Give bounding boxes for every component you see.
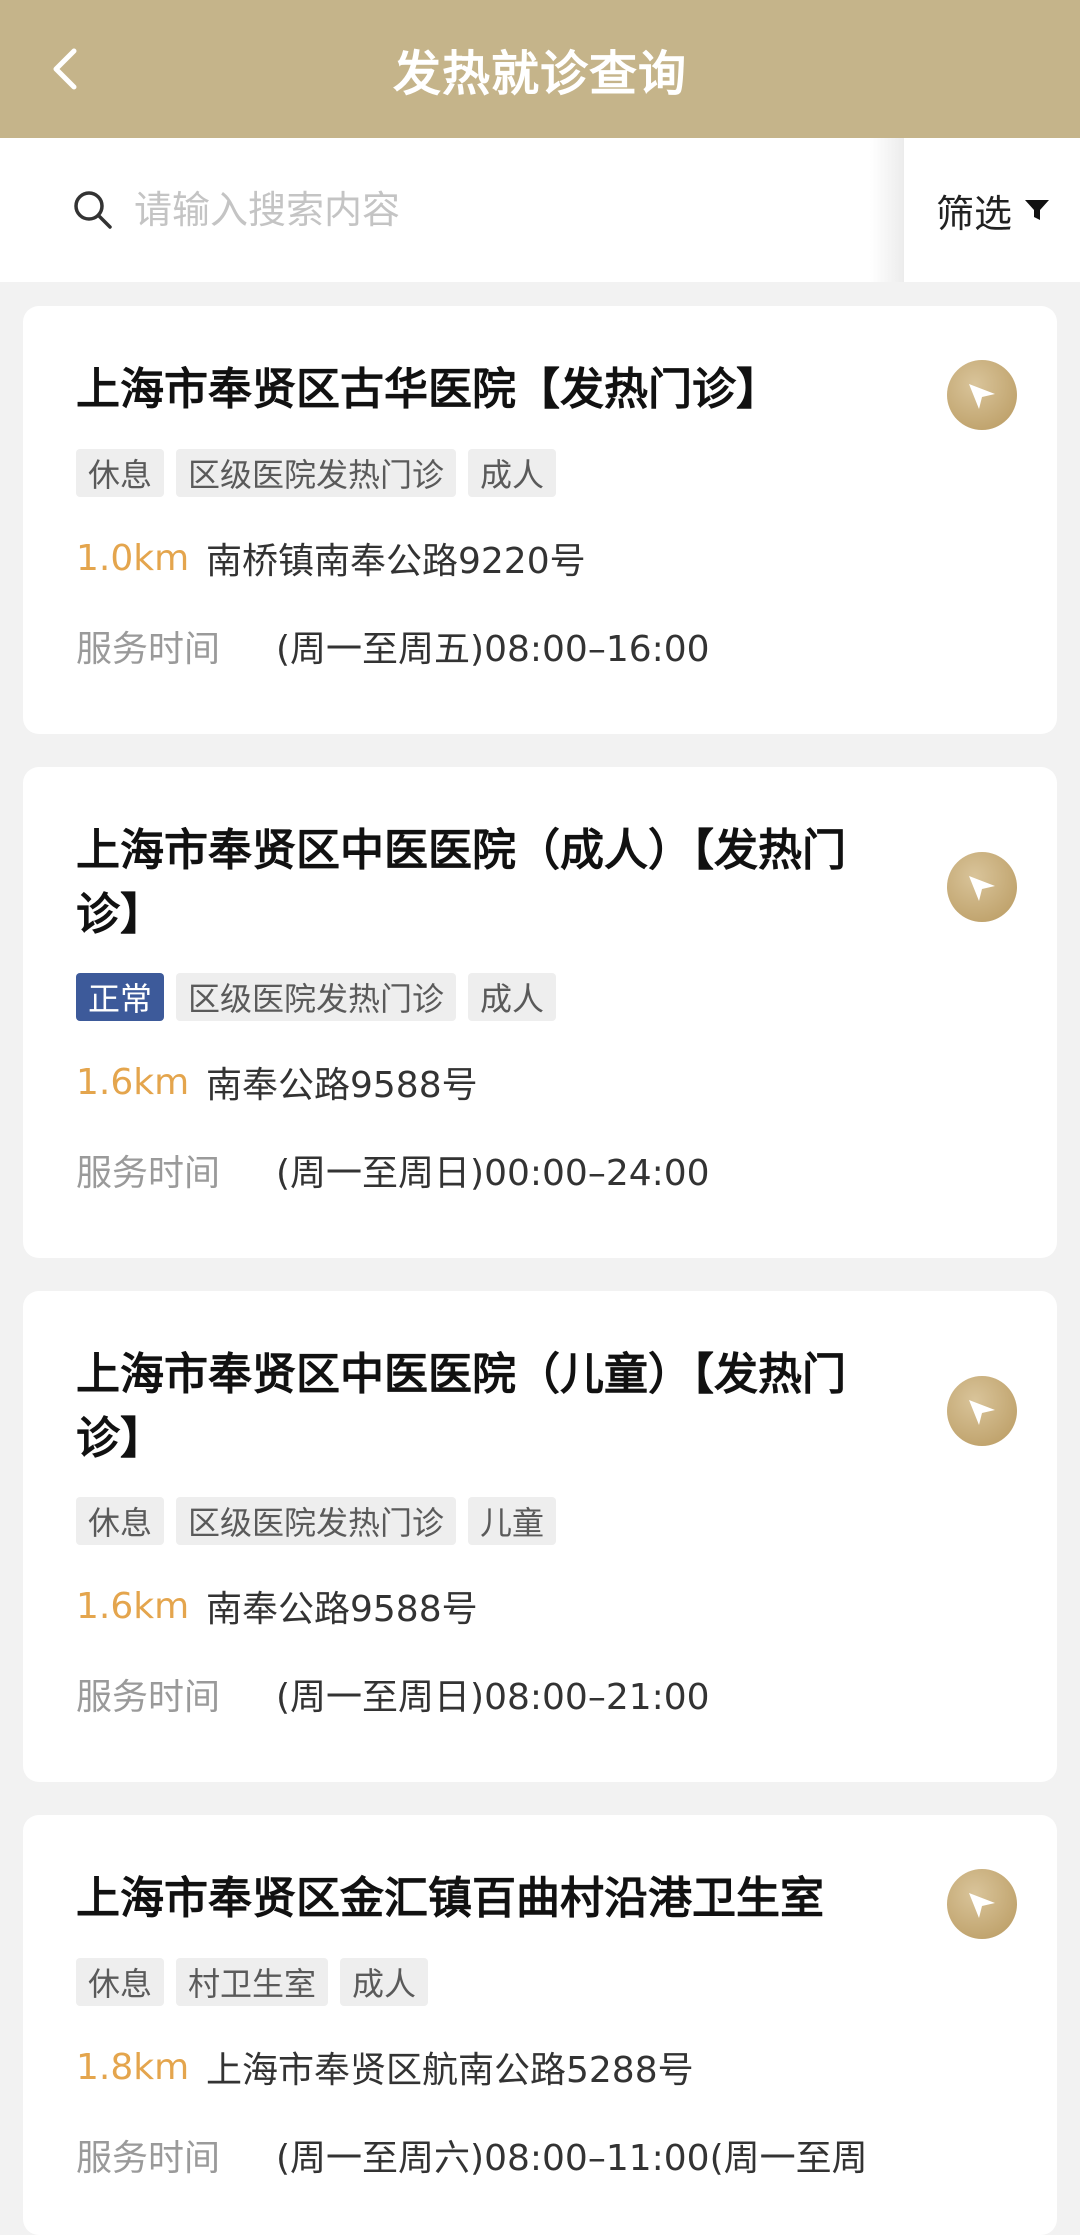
distance: 1.0km: [76, 537, 190, 579]
distance: 1.6km: [76, 1585, 190, 1627]
divider: [870, 138, 904, 282]
tag-list: 休息 区级医院发热门诊 成人: [76, 449, 557, 497]
service-time-label: 服务时间: [76, 1677, 221, 1718]
navigate-button[interactable]: [947, 360, 1017, 430]
status-badge: 正常: [76, 973, 165, 1021]
navigation-arrow-icon: [969, 384, 995, 409]
tag-list: 休息 区级医院发热门诊 儿童: [76, 1497, 557, 1545]
service-row: 服务时间 (周一至周五)08:00–16:00: [76, 620, 710, 672]
type-tag: 区级医院发热门诊: [176, 449, 457, 497]
navigate-button[interactable]: [947, 1376, 1017, 1446]
filter-label: 筛选: [936, 191, 1013, 236]
navigation-arrow-icon: [969, 1893, 995, 1918]
tag-list: 正常 区级医院发热门诊 成人: [76, 973, 557, 1021]
group-tag: 成人: [340, 1958, 429, 2006]
type-tag: 区级医院发热门诊: [176, 1497, 457, 1545]
clinic-name: 上海市奉贤区中医医院（儿童）【发热门诊】: [76, 1349, 846, 1464]
service-time: (周一至周日)08:00–21:00: [276, 1677, 710, 1718]
clinic-name: 上海市奉贤区古华医院【发热门诊】: [76, 364, 780, 415]
filter-funnel-icon: [1025, 200, 1050, 220]
service-row: 服务时间 (周一至周六)08:00–11:00(周一至周: [76, 2129, 868, 2181]
navigation-arrow-icon: [969, 1400, 995, 1425]
group-tag: 儿童: [468, 1497, 557, 1545]
page-title: 发热就诊查询: [392, 46, 687, 102]
location-row: 1.6km 南奉公路9588号: [76, 1056, 478, 1108]
clinic-name: 上海市奉贤区金汇镇百曲村沿港卫生室: [76, 1873, 824, 1924]
location-row: 1.6km 南奉公路9588号: [76, 1580, 478, 1632]
status-badge: 休息: [76, 1958, 165, 2006]
address: 南奉公路9588号: [206, 1065, 478, 1106]
service-time: (周一至周六)08:00–11:00(周一至周: [276, 2138, 868, 2179]
location-row: 1.8km 上海市奉贤区航南公路5288号: [76, 2041, 694, 2093]
search-icon: [74, 191, 112, 229]
search-input[interactable]: [132, 187, 832, 233]
clinic-card[interactable]: 上海市奉贤区中医医院（成人）【发热门诊】 正常 区级医院发热门诊 成人 1.6k…: [23, 767, 1057, 1258]
navigate-button[interactable]: [947, 852, 1017, 922]
chevron-left-icon: [53, 48, 77, 90]
service-time: (周一至周日)00:00–24:00: [276, 1153, 710, 1194]
app-header: 发热就诊查询: [0, 0, 1080, 138]
address: 南桥镇南奉公路9220号: [206, 541, 586, 582]
status-badge: 休息: [76, 1497, 165, 1545]
group-tag: 成人: [468, 973, 557, 1021]
navigation-arrow-icon: [969, 876, 995, 901]
navigate-button[interactable]: [947, 1869, 1017, 1939]
service-row: 服务时间 (周一至周日)00:00–24:00: [76, 1144, 710, 1196]
clinic-card[interactable]: 上海市奉贤区金汇镇百曲村沿港卫生室 休息 村卫生室 成人 1.8km 上海市奉贤…: [23, 1815, 1057, 2235]
clinic-card[interactable]: 上海市奉贤区古华医院【发热门诊】 休息 区级医院发热门诊 成人 1.0km 南桥…: [23, 306, 1057, 734]
type-tag: 村卫生室: [176, 1958, 329, 2006]
search-box[interactable]: [0, 138, 870, 282]
service-time: (周一至周五)08:00–16:00: [276, 629, 710, 670]
clinic-card[interactable]: 上海市奉贤区中医医院（儿童）【发热门诊】 休息 区级医院发热门诊 儿童 1.6k…: [23, 1291, 1057, 1782]
clinic-name: 上海市奉贤区中医医院（成人）【发热门诊】: [76, 825, 846, 940]
tag-list: 休息 村卫生室 成人: [76, 1958, 429, 2006]
distance: 1.8km: [76, 2046, 190, 2088]
back-button[interactable]: [40, 42, 90, 96]
distance: 1.6km: [76, 1061, 190, 1103]
search-bar: 筛选: [0, 138, 1080, 282]
status-badge: 休息: [76, 449, 165, 497]
service-row: 服务时间 (周一至周日)08:00–21:00: [76, 1668, 710, 1720]
group-tag: 成人: [468, 449, 557, 497]
location-row: 1.0km 南桥镇南奉公路9220号: [76, 532, 586, 584]
type-tag: 区级医院发热门诊: [176, 973, 457, 1021]
service-time-label: 服务时间: [76, 1153, 221, 1194]
service-time-label: 服务时间: [76, 629, 221, 670]
filter-button[interactable]: 筛选: [904, 138, 1080, 282]
address: 上海市奉贤区航南公路5288号: [206, 2050, 694, 2091]
address: 南奉公路9588号: [206, 1589, 478, 1630]
service-time-label: 服务时间: [76, 2138, 221, 2179]
